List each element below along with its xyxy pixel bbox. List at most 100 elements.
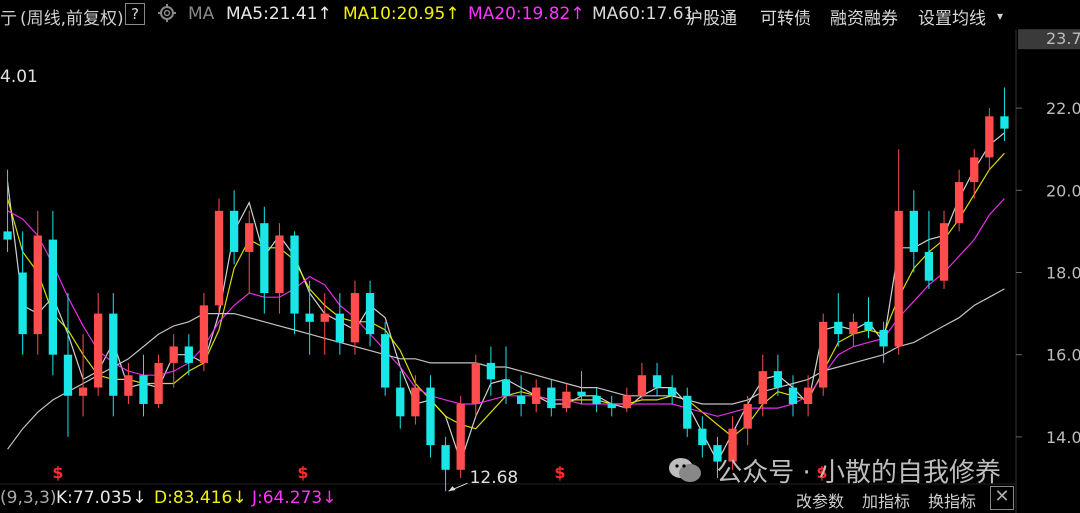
- chart-toolbar: 亍 (周线,前复权) ? MA MA5:21.41↑ MA10:20.95↑ M…: [0, 0, 1080, 30]
- candle-body: [426, 387, 435, 446]
- candlestick-chart[interactable]: 23.722.020.018.016.014.0 $ $ $ $ 4.0112.68: [0, 0, 1080, 513]
- candle-body: [365, 293, 375, 335]
- ma20-up-arrow: ↑: [570, 4, 585, 24]
- candle-body: [290, 235, 299, 314]
- candle-body: [381, 334, 390, 388]
- event-marker: $: [554, 463, 565, 482]
- candle-body: [924, 251, 934, 281]
- help-icon[interactable]: ?: [125, 3, 145, 25]
- candle-body: [803, 387, 813, 405]
- candle-body: [214, 210, 224, 306]
- candle-body: [124, 375, 133, 396]
- series-line-ma5: [7, 132, 1005, 464]
- candle-body: [501, 379, 511, 396]
- candle-body: [456, 404, 465, 470]
- candle-body: [154, 362, 163, 405]
- event-marker: $: [297, 463, 308, 482]
- candle-body: [849, 321, 858, 335]
- period-mode[interactable]: (周线,前复权): [20, 4, 124, 29]
- ma20-value: MA20:19.82↑: [468, 4, 585, 24]
- candle-body: [78, 387, 88, 396]
- candle-body: [305, 313, 314, 322]
- kdj-k-value: K:77.035↓: [56, 488, 147, 508]
- candle-body: [637, 375, 647, 396]
- candle-body: [63, 354, 73, 396]
- candle-body: [607, 404, 616, 409]
- candle-layer: [3, 87, 1009, 492]
- candle-body: [773, 371, 783, 388]
- y-tick-label: 23.7: [1046, 29, 1080, 48]
- switch-indicator-button[interactable]: 换指标: [928, 488, 976, 512]
- menu-margin-trading[interactable]: 融资融券: [830, 4, 898, 29]
- settings-gear-icon[interactable]: [157, 3, 177, 28]
- candle-body: [667, 387, 677, 396]
- menu-hk-connect[interactable]: 沪股通: [686, 4, 737, 29]
- candle-body: [109, 313, 118, 396]
- watermark: 公众号 · 小散的自我修养: [668, 452, 1001, 491]
- candle-body: [698, 428, 707, 446]
- candle-body: [683, 395, 692, 429]
- candle-body: [33, 235, 42, 335]
- candle-body: [471, 362, 480, 405]
- change-params-button[interactable]: 改参数: [796, 488, 844, 512]
- candle-body: [532, 387, 541, 405]
- ma10-up-arrow: ↑: [445, 4, 460, 24]
- candle-body: [1000, 116, 1009, 129]
- candle-body: [245, 223, 254, 252]
- candle-body: [909, 210, 918, 252]
- annotation-layer: 4.01 12.68: [0, 67, 519, 492]
- candle-body: [516, 395, 526, 405]
- ma-label: MA: [188, 4, 215, 24]
- ma60-value: MA60:17.61: [592, 4, 695, 24]
- y-tick-label: 14.0: [1046, 428, 1080, 447]
- candle-body: [260, 223, 269, 294]
- ma5-up-arrow: ↑: [317, 4, 332, 24]
- candle-body: [592, 395, 601, 405]
- y-tick-label: 20.0: [1046, 181, 1080, 200]
- add-indicator-button[interactable]: 加指标: [862, 488, 910, 512]
- candle-body: [169, 346, 178, 363]
- ma5-value: MA5:21.41↑: [226, 4, 332, 24]
- moving-average-layer: [7, 132, 1005, 464]
- candle-body: [396, 387, 405, 417]
- kdj-params: (9,3,3): [0, 488, 57, 508]
- candle-body: [652, 375, 662, 388]
- candle-body: [229, 210, 239, 252]
- candle-body: [184, 346, 193, 363]
- candle-body: [547, 387, 556, 409]
- candle-body: [139, 375, 148, 405]
- y-tick-label: 16.0: [1046, 346, 1080, 365]
- candle-body: [441, 445, 450, 470]
- chevron-down-icon[interactable]: ▾: [997, 9, 1003, 23]
- candle-body: [939, 223, 949, 281]
- low-price-label: 12.68: [470, 468, 519, 488]
- candle-body: [954, 182, 964, 224]
- high-price-label: 4.01: [0, 67, 38, 87]
- candle-body: [350, 293, 360, 343]
- candle-body: [788, 387, 798, 405]
- y-tick-label: 18.0: [1046, 263, 1080, 282]
- candle-body: [48, 239, 58, 355]
- wechat-icon: [668, 456, 702, 491]
- y-tick-label: 22.0: [1046, 99, 1080, 118]
- candle-body: [335, 313, 345, 343]
- candle-body: [577, 391, 586, 396]
- menu-set-ma[interactable]: 设置均线: [918, 4, 986, 29]
- ma10-value: MA10:20.95↑: [343, 4, 460, 24]
- kdj-j-value: J:64.273↓: [252, 488, 337, 508]
- candle-body: [894, 210, 903, 347]
- candle-body: [18, 272, 27, 335]
- candle-body: [199, 305, 209, 363]
- kdj-d-value: D:83.416↓: [154, 488, 247, 508]
- candle-body: [970, 157, 979, 183]
- candle-body: [985, 116, 994, 158]
- y-axis: 23.7 22.0 20.0 18.0 16.0 14.0: [1016, 29, 1080, 447]
- stock-title: 亍: [0, 9, 17, 29]
- menu-convertible-bond[interactable]: 可转债: [760, 4, 811, 29]
- candle-body: [275, 235, 284, 294]
- candle-body: [486, 362, 496, 380]
- watermark-text: 公众号 · 小散的自我修养: [716, 458, 1002, 488]
- candle-body: [411, 387, 420, 417]
- candle-body: [622, 395, 631, 409]
- candle-body: [3, 231, 12, 240]
